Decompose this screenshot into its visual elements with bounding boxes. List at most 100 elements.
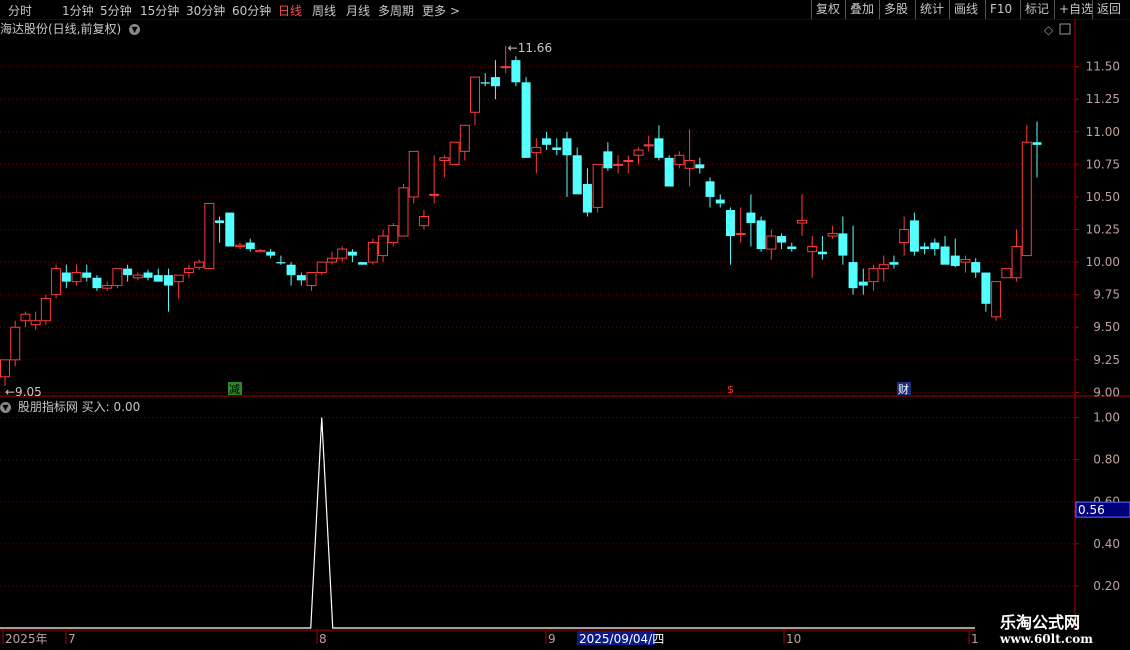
price-tick-label: 10.25	[1086, 223, 1120, 237]
candle-body	[971, 262, 981, 273]
candle-body	[163, 275, 173, 286]
candle-body	[705, 181, 715, 197]
price-tick-label: 9.25	[1093, 353, 1120, 367]
panel-toggle-icon[interactable]	[1059, 23, 1071, 35]
candle-body	[480, 82, 490, 84]
candle-body	[674, 154, 685, 165]
candle-body	[613, 163, 624, 166]
date-label: 7	[68, 632, 76, 646]
candle-body	[470, 76, 481, 113]
candle-body	[1021, 141, 1032, 257]
candle-body	[286, 264, 296, 276]
candle-body	[418, 216, 429, 227]
candle-body	[920, 246, 930, 250]
candle-body	[521, 82, 531, 158]
candle-body	[643, 144, 654, 147]
candle-body	[112, 268, 123, 287]
candle-body	[398, 187, 409, 237]
candle-body	[960, 258, 971, 263]
candle-body	[868, 268, 879, 283]
candle-body	[500, 66, 511, 69]
candle-body	[132, 274, 143, 279]
candle-body	[889, 262, 899, 265]
candle-body	[858, 281, 868, 286]
candle-body	[92, 277, 102, 289]
watermark-url: www.60lt.com	[1000, 632, 1093, 646]
indicator-tick-label: 1.00	[1093, 411, 1120, 425]
candle-body	[388, 225, 399, 244]
candle-body	[367, 242, 378, 263]
candle-body	[633, 149, 644, 156]
candle-body	[756, 220, 766, 250]
chart-canvas[interactable]: ◇11.5011.2511.0010.7510.5010.2510.009.75…	[0, 0, 1130, 650]
candle-body	[950, 255, 960, 267]
indicator-tick-label: 0.80	[1093, 453, 1120, 467]
candle-body	[123, 268, 133, 276]
candle-body	[153, 275, 163, 282]
candle-body	[572, 155, 582, 195]
diamond-icon[interactable]: ◇	[1044, 23, 1054, 37]
candle-body	[603, 151, 613, 169]
candle-body	[337, 248, 348, 259]
candle-body	[10, 326, 21, 361]
price-tick-label: 10.00	[1086, 255, 1120, 269]
candle-body	[102, 285, 113, 289]
date-label: 10	[786, 632, 801, 646]
price-tick-label: 9.50	[1093, 320, 1120, 334]
candle-body	[777, 236, 787, 243]
candle-body	[787, 246, 797, 250]
price-tick-label: 9.75	[1093, 288, 1120, 302]
candle-body	[981, 272, 991, 304]
event-marker-1: $	[727, 383, 734, 396]
candle-body	[1001, 268, 1012, 279]
candle-body	[235, 244, 246, 247]
candle-body	[459, 124, 470, 152]
candle-body	[204, 202, 215, 270]
candle-body	[552, 147, 562, 151]
candle-body	[1032, 142, 1042, 145]
candle-body	[796, 219, 807, 224]
candle-body	[143, 272, 153, 278]
indicator-line	[0, 417, 975, 629]
candle-body	[51, 268, 62, 296]
price-tick-label: 11.00	[1086, 125, 1120, 139]
candle-body	[276, 262, 286, 264]
candle-body	[746, 212, 756, 224]
candle-body	[358, 262, 368, 265]
candle-body	[899, 229, 910, 244]
candle-body	[439, 157, 450, 161]
low-price-label: ←9.05	[5, 385, 42, 399]
event-marker-2: 财	[898, 382, 909, 396]
candle-body	[695, 164, 705, 169]
candle-body	[183, 268, 194, 274]
candle-body	[654, 138, 664, 158]
candle-body	[684, 159, 695, 169]
candle-body	[878, 264, 889, 270]
candle-body	[30, 320, 41, 326]
candle-body	[255, 249, 266, 253]
candle-body	[807, 245, 818, 253]
date-label: 9	[548, 632, 556, 646]
candle-body	[562, 138, 572, 156]
cursor-value-label: 0.56	[1078, 503, 1105, 517]
candle-body	[511, 60, 521, 83]
candle-body	[296, 275, 306, 281]
candle-body	[848, 262, 858, 289]
price-tick-label: 10.75	[1086, 157, 1120, 171]
candle-body	[735, 232, 746, 235]
price-tick-label: 10.50	[1086, 190, 1120, 204]
price-tick-label: 11.25	[1086, 92, 1120, 106]
candle-body	[316, 261, 327, 274]
candle-body	[766, 235, 777, 250]
price-tick-label: 11.50	[1086, 60, 1120, 74]
candle-body	[817, 251, 827, 255]
candle-body	[715, 199, 725, 204]
candle-body	[1011, 245, 1022, 279]
candle-body	[838, 233, 848, 256]
candle-body	[623, 159, 634, 162]
candle-body	[592, 163, 603, 208]
candle-body	[909, 220, 919, 252]
candle-body	[725, 209, 735, 237]
price-tick-label: 9.00	[1093, 385, 1120, 399]
date-label: 1	[971, 632, 979, 646]
